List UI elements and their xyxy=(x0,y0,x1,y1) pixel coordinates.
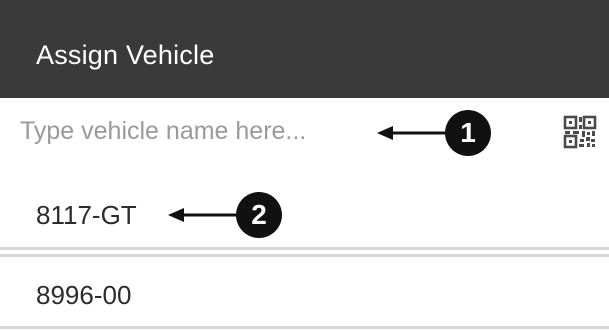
vehicle-name: 8996-00 xyxy=(36,279,132,310)
vehicle-name: 8117-GT xyxy=(36,199,137,230)
qr-scan-button[interactable] xyxy=(558,112,602,152)
callout-1: 1 xyxy=(377,110,491,156)
callout-number: 2 xyxy=(236,192,282,238)
list-divider xyxy=(0,254,609,257)
callout-number: 1 xyxy=(445,110,491,156)
assign-vehicle-screen: Assign Vehicle Type vehicle name here...… xyxy=(0,0,609,330)
vehicle-list-item[interactable]: 8117-GT xyxy=(0,186,609,244)
app-bar: Assign Vehicle xyxy=(0,0,609,98)
arrow-left-icon xyxy=(377,126,449,140)
list-divider xyxy=(0,326,609,329)
vehicle-list-item[interactable]: 8996-00 xyxy=(0,266,609,324)
search-row xyxy=(0,98,609,166)
callout-2: 2 xyxy=(168,192,282,238)
arrow-left-icon xyxy=(168,208,240,222)
list-divider xyxy=(0,247,609,250)
qr-code-icon xyxy=(563,115,597,149)
page-title: Assign Vehicle xyxy=(36,39,215,70)
